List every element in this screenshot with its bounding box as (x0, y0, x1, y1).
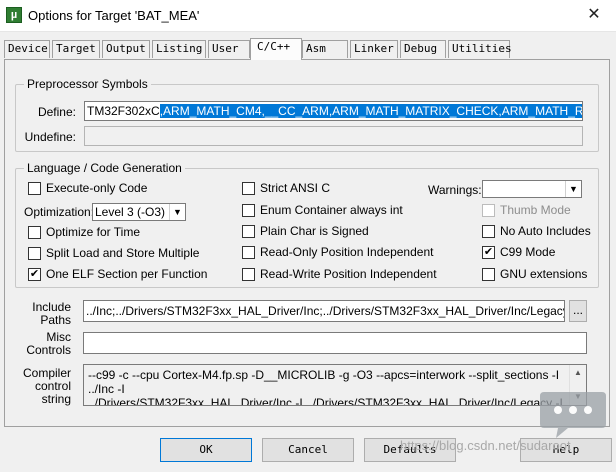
rw-pi-box (242, 268, 255, 281)
window-title: Options for Target 'BAT_MEA' (28, 8, 200, 23)
tab-linker[interactable]: Linker (350, 40, 398, 58)
ro-pi-label: Read-Only Position Independent (260, 245, 434, 259)
keil-app-icon: µ (6, 7, 22, 23)
watermark-text: https://blog.csdn.net/sudaroot (400, 438, 571, 453)
optimization-label: Optimization: (24, 205, 95, 219)
checkmark-icon: ✔ (482, 246, 495, 259)
tab-target[interactable]: Target (52, 40, 100, 58)
tab-utilities[interactable]: Utilities (448, 40, 512, 58)
optimization-select[interactable]: Level 3 (-O3) ▼ (92, 203, 186, 221)
tab-bar: Device Target Output Listing User C/C++ … (4, 38, 612, 60)
execute-only-box (28, 182, 41, 195)
compiler-line-1: --c99 -c --cpu Cortex-M4.fp.sp -D__MICRO… (88, 368, 560, 396)
compiler-control-string[interactable]: --c99 -c --cpu Cortex-M4.fp.sp -D__MICRO… (83, 364, 587, 406)
compiler-label-2: control (34, 379, 71, 393)
gnu-ext-label: GNU extensions (500, 267, 588, 281)
plain-char-label: Plain Char is Signed (260, 224, 369, 238)
execute-only-label: Execute-only Code (46, 181, 148, 195)
define-label: Define: (37, 105, 76, 119)
compiler-label-3: string (41, 392, 71, 406)
enum-container-label: Enum Container always int (260, 203, 403, 217)
include-label-2: Paths (40, 313, 71, 327)
no-auto-includes-label: No Auto Includes (500, 224, 591, 238)
optimize-time-box (28, 226, 41, 239)
undefine-label: Undefine: (24, 130, 76, 144)
split-load-label: Split Load and Store Multiple (46, 246, 200, 260)
optimization-value: Level 3 (-O3) (95, 205, 166, 219)
preprocessor-group-title: Preprocessor Symbols (24, 77, 151, 91)
compiler-label-1: Compiler (22, 366, 71, 380)
ok-button[interactable]: OK (160, 438, 252, 462)
include-paths-input[interactable]: ../Inc;../Drivers/STM32F3xx_HAL_Driver/I… (83, 300, 565, 322)
ro-pi-box (242, 246, 255, 259)
optimize-time-label: Optimize for Time (46, 225, 141, 239)
enum-container-box (242, 204, 255, 217)
tab-output[interactable]: Output (102, 40, 150, 58)
thumb-mode-box (482, 204, 495, 217)
language-group: Language / Code Generation Execute-only … (15, 161, 599, 288)
define-input[interactable]: TM32F302xC,ARM_MATH_CM4,__CC_ARM,ARM_MAT… (84, 101, 583, 121)
preprocessor-group: Preprocessor Symbols Define: TM32F302xC,… (15, 77, 599, 152)
undefine-input[interactable] (84, 126, 583, 146)
define-value-selected: ,ARM_MATH_CM4,__CC_ARM,ARM_MATH_MATRIX_C… (159, 104, 582, 118)
one-elf-label: One ELF Section per Function (46, 267, 208, 281)
language-group-title: Language / Code Generation (24, 161, 185, 175)
include-browse-button[interactable]: ... (569, 300, 587, 322)
no-auto-includes-box (482, 225, 495, 238)
scroll-up-icon[interactable]: ▲ (570, 365, 586, 381)
cpp-options-panel: Preprocessor Symbols Define: TM32F302xC,… (4, 59, 610, 427)
strict-ansi-label: Strict ANSI C (260, 181, 331, 195)
thumb-mode-label: Thumb Mode (500, 203, 571, 217)
tab-device[interactable]: Device (4, 40, 50, 58)
close-icon[interactable]: ✕ (572, 0, 616, 30)
gnu-ext-box (482, 268, 495, 281)
plain-char-box (242, 225, 255, 238)
chevron-down-icon: ▼ (169, 204, 185, 220)
strict-ansi-box (242, 182, 255, 195)
tab-c-cpp[interactable]: C/C++ (250, 38, 302, 60)
rw-pi-label: Read-Write Position Independent (260, 267, 437, 281)
misc-label-2: Controls (26, 343, 71, 357)
include-label-1: Include (32, 300, 71, 314)
title-bar: µ Options for Target 'BAT_MEA' ✕ (0, 0, 616, 32)
c99-mode-label: C99 Mode (500, 245, 556, 259)
tab-listing[interactable]: Listing (152, 40, 206, 58)
tab-user[interactable]: User (208, 40, 250, 58)
chevron-down-icon: ▼ (565, 181, 581, 197)
warnings-select[interactable]: ▼ (482, 180, 582, 198)
split-load-box (28, 247, 41, 260)
compiler-line-2: ../Drivers/STM32F3xx_HAL_Driver/Inc -I .… (88, 396, 563, 406)
cancel-button[interactable]: Cancel (262, 438, 354, 462)
chat-bubble-icon (540, 392, 606, 438)
warnings-label: Warnings: (428, 183, 482, 197)
misc-label-1: Misc (46, 330, 71, 344)
tab-asm[interactable]: Asm (302, 40, 348, 58)
define-value-plain: TM32F302xC (87, 104, 160, 118)
checkmark-icon: ✔ (28, 268, 41, 281)
tab-debug[interactable]: Debug (400, 40, 446, 58)
misc-controls-input[interactable] (83, 332, 587, 354)
